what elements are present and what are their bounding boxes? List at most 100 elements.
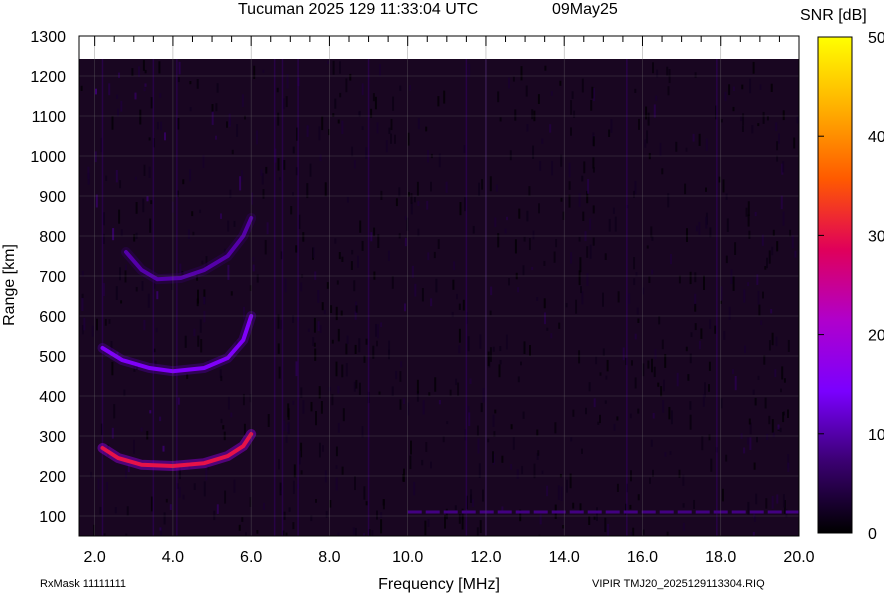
noise-speckle (416, 181, 419, 196)
noise-speckle (182, 494, 185, 500)
noise-speckle (459, 202, 462, 216)
noise-speckle (766, 433, 769, 440)
noise-speckle (197, 335, 200, 347)
noise-speckle (283, 160, 286, 170)
noise-speckle (581, 291, 584, 305)
noise-speckle (177, 77, 180, 83)
noise-speckle (403, 398, 405, 404)
rxmask-label: RxMask 11111111 (40, 578, 126, 590)
noise-speckle (150, 97, 153, 109)
noise-speckle (782, 211, 785, 226)
noise-speckle (239, 176, 242, 191)
noise-speckle (111, 361, 114, 376)
noise-speckle (115, 286, 118, 300)
noise-speckle (133, 234, 136, 242)
noise-speckle (774, 369, 777, 378)
noise-speckle (283, 420, 286, 431)
noise-speckle (410, 193, 413, 204)
noise-speckle (324, 470, 327, 483)
noise-speckle (334, 98, 337, 109)
noise-speckle (544, 65, 547, 71)
noise-speckle (199, 209, 202, 214)
noise-speckle (300, 470, 303, 475)
noise-speckle (604, 517, 607, 533)
noise-speckle (350, 261, 353, 270)
noise-speckle (541, 138, 544, 144)
noise-speckle (578, 270, 581, 286)
noise-speckle (779, 427, 782, 433)
noise-speckle (416, 379, 419, 394)
noise-speckle (103, 533, 106, 536)
noise-speckle (720, 119, 723, 123)
noise-speckle (201, 260, 204, 265)
noise-speckle (768, 340, 771, 351)
noise-speckle (570, 437, 573, 442)
noise-speckle (528, 238, 531, 251)
noise-speckle (318, 442, 321, 458)
noise-speckle (165, 498, 168, 503)
noise-speckle (222, 425, 225, 430)
noise-speckle (265, 166, 268, 174)
noise-speckle (579, 257, 582, 273)
noise-speckle (657, 382, 660, 387)
noise-speckle (510, 424, 513, 430)
noise-speckle (306, 125, 309, 129)
noise-speckle (690, 332, 693, 338)
noise-speckle (148, 166, 151, 178)
noise-speckle (199, 319, 202, 333)
noise-speckle (94, 151, 97, 163)
noise-speckle (292, 192, 294, 196)
noise-speckle (497, 91, 500, 103)
colorbar-tick-label: 10 (868, 427, 884, 444)
noise-speckle (262, 189, 265, 199)
noise-speckle (81, 293, 84, 299)
noise-speckle (747, 214, 750, 227)
noise-speckle (796, 116, 799, 124)
noise-speckle (754, 397, 757, 406)
noise-speckle (628, 293, 631, 305)
noise-speckle (472, 499, 474, 507)
noise-speckle (747, 282, 750, 287)
noise-speckle (147, 293, 150, 308)
noise-speckle (169, 504, 172, 510)
noise-speckle (191, 211, 194, 217)
noise-speckle (118, 72, 120, 78)
noise-speckle (421, 459, 424, 466)
noise-speckle (573, 110, 576, 118)
noise-speckle (119, 267, 121, 281)
noise-speckle (417, 228, 420, 237)
noise-speckle (354, 476, 356, 491)
noise-speckle (200, 339, 203, 353)
noise-speckle (106, 482, 108, 491)
noise-speckle (335, 361, 338, 377)
noise-speckle (582, 211, 585, 221)
noise-speckle (467, 336, 470, 352)
noise-speckle (537, 450, 540, 456)
noise-speckle (178, 487, 181, 498)
noise-speckle (749, 437, 752, 450)
noise-speckle (602, 292, 604, 307)
noise-speckle (489, 310, 492, 316)
noise-speckle (667, 193, 670, 208)
noise-speckle (689, 414, 692, 430)
noise-speckle (501, 455, 504, 463)
noise-speckle (562, 525, 565, 529)
noise-speckle (133, 439, 135, 454)
noise-speckle (377, 324, 379, 339)
noise-speckle (457, 382, 460, 396)
y-tick-label: 700 (39, 269, 66, 286)
noise-speckle (105, 175, 108, 181)
noise-speckle (302, 400, 305, 414)
noise-speckle (682, 503, 685, 508)
x-tick-label: 12.0 (470, 549, 501, 566)
noise-speckle (655, 95, 658, 101)
noise-speckle (650, 439, 653, 447)
noise-speckle (292, 522, 295, 530)
noise-speckle (456, 293, 458, 300)
noise-speckle (762, 111, 765, 124)
noise-speckle (220, 375, 223, 382)
noise-speckle (661, 339, 664, 350)
noise-speckle (575, 299, 578, 314)
noise-speckle (536, 297, 539, 301)
noise-speckle (633, 190, 635, 198)
